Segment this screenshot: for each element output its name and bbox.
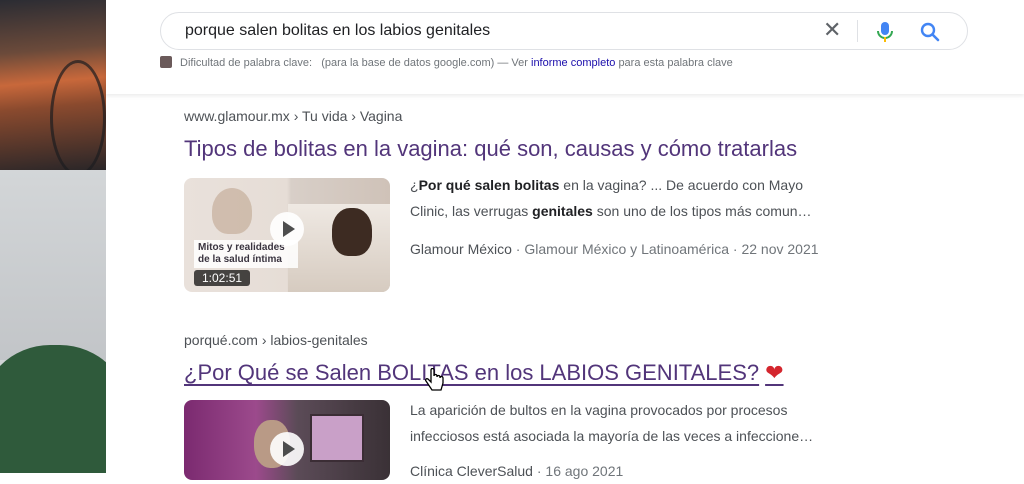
webcam-person <box>0 345 106 473</box>
result-breadcrumb[interactable]: porqué.com › labios-genitales <box>184 332 784 348</box>
result-meta: Clínica CleverSalud · 16 ago 2021 <box>410 463 624 479</box>
search-input[interactable]: porque salen bolitas en los labios genit… <box>185 22 490 40</box>
snippet-highlight: genitales <box>532 203 593 219</box>
play-icon[interactable] <box>270 432 304 466</box>
result-snippet: La aparición de bultos en la vagina prov… <box>410 397 880 449</box>
result-date: 22 nov 2021 <box>741 241 819 257</box>
snippet-text: son uno de los tipos más comun… <box>592 203 812 219</box>
search-icon[interactable] <box>919 21 941 43</box>
snippet-text: en la vagina? ... De acuerdo con Mayo <box>559 177 803 193</box>
keyword-suffix: para esta palabra clave <box>618 57 733 69</box>
thumbnail-figure <box>212 188 252 234</box>
result-title-link[interactable]: Tipos de bolitas en la vagina: qué son, … <box>184 136 797 162</box>
webcam-wall <box>0 170 106 360</box>
thumbnail-person <box>332 208 372 256</box>
snippet-text: infecciosos está asociada la mayoría de … <box>410 428 814 444</box>
result-title-link[interactable]: ¿Por Qué se Salen BOLITAS en los LABIOS … <box>184 360 784 386</box>
search-divider <box>857 20 858 42</box>
result-date: 16 ago 2021 <box>545 463 624 479</box>
result-source: Clínica CleverSalud <box>410 463 533 479</box>
webcam-decoration <box>50 60 106 176</box>
result-snippet: ¿Por qué salen bolitas en la vagina? ...… <box>410 172 880 224</box>
keyword-difficulty-bar: Dificultad de palabra clave: (para la ba… <box>160 56 733 69</box>
thumbnail-scene <box>310 414 364 462</box>
keyword-label: Dificultad de palabra clave: <box>180 57 313 69</box>
search-result: www.glamour.mx › Tu vida › Vagina Tipos … <box>184 108 797 162</box>
extension-logo-icon <box>160 56 172 68</box>
microphone-icon[interactable] <box>875 21 895 43</box>
result-channel: Glamour México y Latinoamérica <box>524 241 730 257</box>
keyword-note: (para la base de datos google.com) — Ver <box>321 57 528 69</box>
hand-cursor-icon <box>424 368 444 391</box>
search-header: porque salen bolitas en los labios genit… <box>106 0 1024 94</box>
full-report-link[interactable]: informe completo <box>531 57 615 69</box>
video-thumbnail[interactable]: Mitos y realidades de la salud íntima 1:… <box>184 178 390 292</box>
webcam-overlay <box>0 0 106 473</box>
result-meta: Glamour México · Glamour México y Latino… <box>410 241 819 257</box>
snippet-text: Clinic, las verrugas <box>410 203 533 219</box>
search-result: porqué.com › labios-genitales ¿Por Qué s… <box>184 332 784 386</box>
result-title-text[interactable]: ¿Por Qué se Salen BOLITAS en los LABIOS … <box>184 360 759 385</box>
video-thumbnail[interactable] <box>184 400 390 480</box>
video-duration: 1:02:51 <box>194 270 251 286</box>
heart-icon: ❤ <box>765 360 784 385</box>
result-breadcrumb[interactable]: www.glamour.mx › Tu vida › Vagina <box>184 108 797 124</box>
clear-icon[interactable]: ✕ <box>823 19 841 41</box>
snippet-text: ¿ <box>410 177 419 193</box>
search-box[interactable]: porque salen bolitas en los labios genit… <box>160 12 968 50</box>
play-icon[interactable] <box>270 212 304 246</box>
snippet-highlight: Por qué salen bolitas <box>418 177 560 193</box>
snippet-text: La aparición de bultos en la vagina prov… <box>410 402 788 418</box>
result-source: Glamour México <box>410 241 512 257</box>
